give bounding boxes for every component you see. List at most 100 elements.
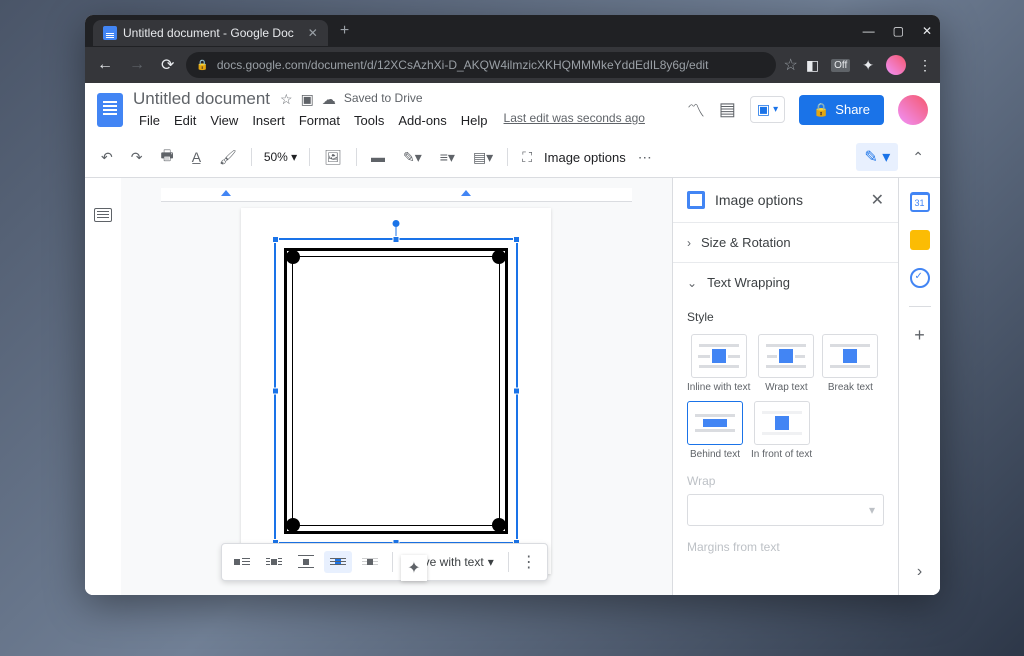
paint-format-button[interactable]: 🖌 xyxy=(213,145,243,170)
indent-marker-right[interactable] xyxy=(461,190,471,196)
print-button[interactable]: 🖶 xyxy=(154,141,179,173)
docs-favicon-icon xyxy=(103,26,117,40)
add-addon-button[interactable]: + xyxy=(914,325,925,346)
main-area: Move with text ▾ ⋮ ✦ Image options ✕ › S… xyxy=(85,178,940,595)
indent-marker-left[interactable] xyxy=(221,190,231,196)
menu-view[interactable]: View xyxy=(204,111,244,130)
style-wrap[interactable] xyxy=(758,334,814,378)
close-sidebar-button[interactable]: ✕ xyxy=(871,190,884,210)
reload-button[interactable]: ⟳ xyxy=(157,51,178,79)
style-behind[interactable] xyxy=(687,401,743,445)
calendar-icon[interactable] xyxy=(910,192,930,212)
extension-icon-2[interactable]: Off xyxy=(831,59,850,72)
position-toolbar: Move with text ▾ ⋮ xyxy=(221,543,548,581)
menu-help[interactable]: Help xyxy=(455,111,494,130)
margins-label: Margins from text xyxy=(687,540,884,554)
minimize-button[interactable]: — xyxy=(863,24,875,38)
close-tab-icon[interactable]: ✕ xyxy=(308,26,318,40)
close-window-button[interactable]: ✕ xyxy=(922,24,932,38)
image-options-button[interactable]: Image options xyxy=(544,150,626,165)
star-icon[interactable]: ☆ xyxy=(784,55,798,75)
resize-handle-ml[interactable] xyxy=(272,388,279,395)
chevron-right-icon: › xyxy=(687,236,691,250)
size-rotation-section[interactable]: › Size & Rotation xyxy=(673,223,898,262)
cloud-icon[interactable]: ☁ xyxy=(322,91,336,108)
more-options-button[interactable]: ⋮ xyxy=(517,548,541,576)
decoration-icon xyxy=(492,518,506,532)
image-options-sidebar: Image options ✕ › Size & Rotation ⌄ Text… xyxy=(672,178,898,595)
more-button[interactable]: ⋯ xyxy=(632,145,658,170)
menu-file[interactable]: File xyxy=(133,111,166,130)
activity-icon[interactable]: 〽 xyxy=(687,97,705,123)
new-tab-button[interactable]: + xyxy=(340,22,349,40)
behind-option[interactable] xyxy=(324,551,352,573)
left-rail xyxy=(85,178,121,595)
last-edit-link[interactable]: Last edit was seconds ago xyxy=(504,111,645,130)
crop-button[interactable]: ⛶ xyxy=(516,145,538,170)
wrap-option[interactable] xyxy=(260,551,288,573)
collapse-panel-button[interactable]: › xyxy=(917,563,922,581)
account-avatar[interactable] xyxy=(898,95,928,125)
url-field[interactable]: 🔒 docs.google.com/document/d/12XCsAzhXi-… xyxy=(186,52,775,78)
extension-icon[interactable]: ◧ xyxy=(806,57,819,74)
break-option[interactable] xyxy=(292,551,320,573)
side-panel: + › xyxy=(898,178,940,595)
style-front[interactable] xyxy=(754,401,810,445)
keep-icon[interactable] xyxy=(910,230,930,250)
rotate-handle[interactable] xyxy=(393,220,400,227)
move-icon[interactable]: ▣ xyxy=(301,91,314,108)
docs-header: Untitled document ☆ ▣ ☁ Saved to Drive F… xyxy=(85,83,940,137)
inline-option[interactable] xyxy=(228,551,256,573)
url-text: docs.google.com/document/d/12XCsAzhXi-D_… xyxy=(217,58,709,72)
menu-edit[interactable]: Edit xyxy=(168,111,202,130)
spellcheck-button[interactable]: A̲ xyxy=(186,145,207,169)
wrap-select: ▾ xyxy=(687,494,884,526)
browser-window: Untitled document - Google Doc ✕ + — ▢ ✕… xyxy=(85,15,940,595)
share-button[interactable]: 🔒 Share xyxy=(799,95,884,125)
back-button[interactable]: ← xyxy=(93,52,117,78)
collapse-toolbar-button[interactable]: ⌃ xyxy=(906,145,930,170)
browser-tab[interactable]: Untitled document - Google Doc ✕ xyxy=(93,20,328,46)
saved-status: Saved to Drive xyxy=(344,91,423,108)
document-title[interactable]: Untitled document xyxy=(133,89,270,109)
image-button[interactable]: 🖼 xyxy=(318,145,348,170)
profile-avatar-icon[interactable] xyxy=(886,55,906,75)
menu-tools[interactable]: Tools xyxy=(348,111,390,130)
menu-insert[interactable]: Insert xyxy=(246,111,291,130)
resize-handle-mr[interactable] xyxy=(513,388,520,395)
chrome-menu-icon[interactable]: ⋮ xyxy=(918,57,932,74)
docs-logo-icon[interactable] xyxy=(97,93,123,127)
menu-addons[interactable]: Add-ons xyxy=(392,111,452,130)
style-break[interactable] xyxy=(822,334,878,378)
redo-button[interactable]: ↷ xyxy=(125,145,149,170)
border-weight-button[interactable]: ✎▾ xyxy=(397,145,428,170)
tasks-icon[interactable] xyxy=(910,268,930,288)
border-color-button[interactable]: ▬ xyxy=(365,145,391,169)
style-inline[interactable] xyxy=(691,334,747,378)
present-button[interactable]: ▣ ▾ xyxy=(750,96,785,123)
resize-handle-tl[interactable] xyxy=(272,236,279,243)
editing-mode-button[interactable]: ✎ ▾ xyxy=(856,143,898,171)
star-icon[interactable]: ☆ xyxy=(280,91,293,108)
border-dash-button[interactable]: ≡▾ xyxy=(434,145,461,170)
undo-button[interactable]: ↶ xyxy=(95,145,119,170)
text-wrapping-section[interactable]: ⌄ Text Wrapping xyxy=(673,263,898,302)
explore-button[interactable]: ✦ xyxy=(401,555,427,581)
front-option[interactable] xyxy=(356,551,384,573)
document-page[interactable] xyxy=(241,208,551,574)
canvas[interactable]: Move with text ▾ ⋮ ✦ xyxy=(121,178,672,595)
comments-icon[interactable]: ▤ xyxy=(719,99,736,120)
selected-image[interactable] xyxy=(274,238,518,544)
resize-handle-tr[interactable] xyxy=(513,236,520,243)
zoom-select[interactable]: 50% ▾ xyxy=(260,148,301,166)
outline-icon[interactable] xyxy=(94,208,112,222)
resize-handle-tm[interactable] xyxy=(393,236,400,243)
extensions-puzzle-icon[interactable]: ✦ xyxy=(862,57,874,74)
maximize-button[interactable]: ▢ xyxy=(893,24,904,38)
horizontal-ruler[interactable] xyxy=(161,188,632,202)
tab-title: Untitled document - Google Doc xyxy=(123,26,294,40)
menu-format[interactable]: Format xyxy=(293,111,346,130)
line-style-button[interactable]: ▤▾ xyxy=(467,145,499,170)
decoration-icon xyxy=(492,250,506,264)
forward-button[interactable]: → xyxy=(125,52,149,78)
